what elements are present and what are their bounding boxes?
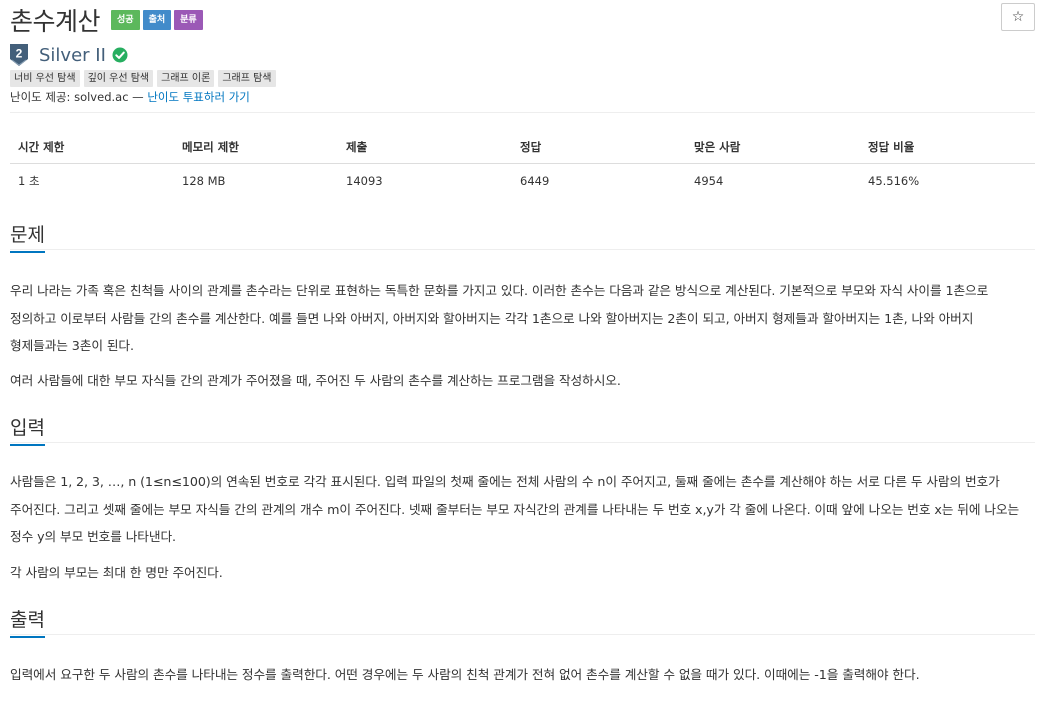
section-rule: [10, 442, 1035, 443]
algorithm-tags: 너비 우선 탐색 깊이 우선 탐색 그래프 이론 그래프 탐색: [10, 70, 280, 87]
problem-page: 촌수계산 성공 출처 분류 ☆ 2 Silver II 너비 우선 탐색 깊이 …: [0, 0, 1039, 702]
solvers-value: 4954: [694, 174, 724, 188]
title-row: 촌수계산 성공 출처 분류: [10, 2, 203, 38]
section-rule: [10, 634, 1035, 635]
problem-section-header: 문제: [10, 220, 1035, 253]
tier-badge-number: 2: [16, 47, 23, 61]
solved-check-icon: [112, 47, 128, 63]
page-title: 촌수계산: [10, 7, 101, 36]
tag-graph-theory[interactable]: 그래프 이론: [157, 70, 215, 87]
divider: [10, 112, 1035, 113]
star-icon: ☆: [1011, 9, 1025, 25]
header-accept-ratio: 정답 비율: [860, 131, 1035, 164]
difficulty-provider: 난이도 제공: solved.ac — 난이도 투표하러 가기: [10, 89, 250, 105]
output-description: 입력에서 요구한 두 사람의 촌수를 나타내는 정수를 출력한다. 어떤 경우에…: [10, 667, 920, 682]
provider-text: 난이도 제공: solved.ac —: [10, 90, 148, 104]
output-section-header: 출력: [10, 605, 1035, 638]
input-section-header: 입력: [10, 413, 1035, 446]
tier-row: 2 Silver II: [10, 44, 128, 66]
table-row: 1 초 128 MB 14093 6449 4954 45.516%: [10, 164, 1035, 199]
tag-graph-search[interactable]: 그래프 탐색: [218, 70, 276, 87]
problem-description: 우리 나라는 가족 혹은 친척들 사이의 관계를 촌수라는 단위로 표현하는 독…: [10, 283, 989, 353]
input-description-2: 각 사람의 부모는 최대 한 명만 주어진다.: [10, 565, 223, 580]
header-submissions: 제출: [338, 131, 512, 164]
header-solvers: 맞은 사람: [686, 131, 860, 164]
section-rule: [10, 249, 1035, 250]
star-button[interactable]: ☆: [1001, 3, 1035, 31]
input-description: 사람들은 1, 2, 3, …, n (1≤n≤100)의 연속된 번호로 각각…: [10, 474, 1020, 544]
label-success[interactable]: 성공: [111, 10, 140, 30]
tier-badge-icon: 2: [10, 44, 28, 66]
tag-bfs[interactable]: 너비 우선 탐색: [10, 70, 80, 87]
header-accepted: 정답: [512, 131, 686, 164]
time-limit-value: 1 초: [18, 174, 40, 188]
accepted-value: 6449: [520, 174, 550, 188]
accept-ratio-value: 45.516%: [868, 174, 920, 188]
tag-dfs[interactable]: 깊이 우선 탐색: [83, 70, 154, 87]
tier-name: Silver II: [39, 44, 106, 66]
problem-info-table: 시간 제한 메모리 제한 제출 정답 맞은 사람 정답 비율 1 초 128 M…: [10, 131, 1035, 198]
submissions-value: 14093: [346, 174, 383, 188]
problem-description-2: 여러 사람들에 대한 부모 자식들 간의 관계가 주어졌을 때, 주어진 두 사…: [10, 373, 621, 388]
label-source[interactable]: 출처: [142, 10, 172, 30]
header-memory-limit: 메모리 제한: [174, 131, 338, 164]
vote-difficulty-link[interactable]: 난이도 투표하러 가기: [147, 90, 250, 104]
table-header-row: 시간 제한 메모리 제한 제출 정답 맞은 사람 정답 비율: [10, 131, 1035, 164]
label-category[interactable]: 분류: [174, 10, 203, 30]
header-time-limit: 시간 제한: [10, 131, 174, 164]
memory-limit-value: 128 MB: [182, 174, 226, 188]
